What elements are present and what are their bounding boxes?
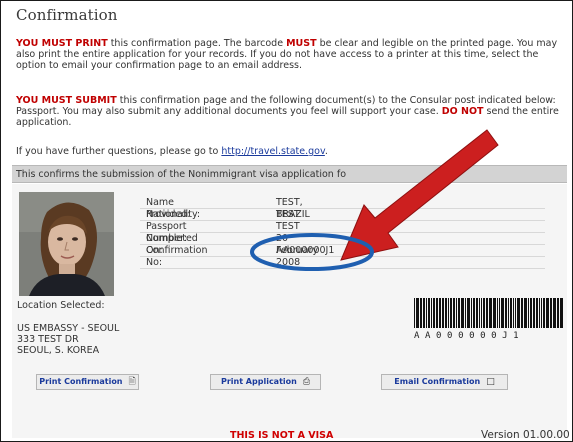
barcode-bar bbox=[433, 298, 435, 328]
barcode-bar bbox=[481, 298, 482, 328]
barcode-bar bbox=[431, 298, 432, 328]
questions-line: If you have further questions, please go… bbox=[16, 146, 560, 157]
barcode-bar bbox=[536, 298, 538, 328]
questions-end: . bbox=[324, 146, 328, 157]
barcode-bar bbox=[423, 298, 425, 328]
barcode-bar bbox=[541, 298, 542, 328]
barcode-bar bbox=[416, 298, 419, 328]
barcode-bar bbox=[553, 298, 556, 328]
location-line-3: SEOUL, S. KOREA bbox=[17, 345, 100, 356]
barcode-bar bbox=[471, 298, 472, 328]
confirms-text: This confirms the submission of the Noni… bbox=[16, 169, 346, 180]
location-line-1: US EMBASSY - SEOUL bbox=[17, 323, 120, 334]
confirmation-label: Confirmation No: bbox=[146, 245, 208, 268]
email-confirmation-label: Email Confirmation bbox=[394, 377, 481, 386]
must-submit-paragraph: YOU MUST SUBMIT this confirmation page a… bbox=[16, 95, 560, 128]
barcode-bar bbox=[497, 298, 498, 328]
envelope-icon: □ bbox=[486, 377, 495, 387]
barcode-bar bbox=[521, 298, 523, 328]
passport-value: TEST bbox=[276, 221, 300, 232]
version-label: Version 01.00.00 bbox=[481, 429, 570, 441]
barcode-bar bbox=[499, 298, 500, 328]
print-confirmation-label: Print Confirmation bbox=[39, 377, 123, 386]
barcode-bar bbox=[543, 298, 545, 328]
barcode-bar bbox=[473, 298, 475, 328]
must-print-text-1: this confirmation page. The barcode bbox=[107, 38, 287, 49]
barcode-bar bbox=[493, 298, 496, 328]
barcode-bar bbox=[453, 298, 455, 328]
barcode-bar bbox=[476, 298, 478, 328]
barcode-bar bbox=[448, 298, 449, 328]
barcode-bar bbox=[560, 298, 563, 328]
barcode-bar bbox=[428, 298, 430, 328]
print-application-label: Print Application bbox=[220, 377, 297, 386]
barcode-bar bbox=[420, 298, 422, 328]
applicant-photo bbox=[19, 192, 114, 296]
barcode-bar bbox=[426, 298, 427, 328]
barcode-bar bbox=[436, 298, 438, 328]
barcode-bar bbox=[456, 298, 457, 328]
barcode-bar bbox=[513, 298, 514, 328]
barcode-bar bbox=[445, 298, 447, 328]
barcode-bar bbox=[501, 298, 504, 328]
confirms-bar: This confirms the submission of the Noni… bbox=[12, 165, 567, 183]
barcode-bar bbox=[546, 298, 549, 328]
confirmation-value: AA000000J1 bbox=[276, 245, 335, 256]
barcode-bar bbox=[442, 298, 444, 328]
must-print-paragraph: YOU MUST PRINT this confirmation page. T… bbox=[16, 38, 560, 71]
barcode-bar bbox=[489, 298, 492, 328]
barcode-bar bbox=[524, 298, 527, 328]
must-print-emphasis: YOU MUST PRINT bbox=[16, 38, 108, 49]
travel-state-link[interactable]: http://travel.state.gov bbox=[221, 146, 325, 157]
barcode-bars bbox=[414, 298, 563, 328]
barcode-text: AA000000J1 bbox=[414, 331, 525, 341]
nationality-label: Nationality: bbox=[146, 209, 201, 220]
barcode-bar bbox=[510, 298, 512, 328]
barcode-bar bbox=[458, 298, 460, 328]
email-confirmation-button[interactable]: Email Confirmation □ bbox=[381, 374, 508, 390]
not-a-visa-notice: THIS IS NOT A VISA bbox=[230, 430, 334, 441]
barcode-bar bbox=[557, 298, 559, 328]
row-divider bbox=[140, 220, 545, 221]
location-line-2: 333 TEST DR bbox=[17, 334, 79, 345]
barcode-bar bbox=[517, 298, 520, 328]
barcode-bar bbox=[479, 298, 480, 328]
barcode-bar bbox=[461, 298, 464, 328]
location-label: Location Selected: bbox=[17, 300, 105, 311]
barcode-bar bbox=[486, 298, 488, 328]
row-divider bbox=[140, 208, 545, 209]
barcode-bar bbox=[550, 298, 552, 328]
barcode-bar bbox=[465, 298, 466, 328]
printer-icon: ⎙ bbox=[302, 377, 311, 387]
barcode-bar bbox=[505, 298, 507, 328]
do-not-emphasis: DO NOT bbox=[441, 106, 484, 117]
page-title: Confirmation bbox=[16, 6, 118, 24]
barcode-bar bbox=[530, 298, 532, 328]
barcode-bar bbox=[528, 298, 529, 328]
row-divider bbox=[140, 232, 545, 233]
document-icon: 🗎 bbox=[128, 377, 136, 387]
barcode-bar bbox=[483, 298, 485, 328]
barcode-bar bbox=[539, 298, 540, 328]
print-confirmation-button[interactable]: Print Confirmation 🗎 bbox=[36, 374, 139, 390]
must-emphasis: MUST bbox=[286, 38, 317, 49]
barcode-bar bbox=[467, 298, 470, 328]
print-application-button[interactable]: Print Application ⎙ bbox=[210, 374, 321, 390]
questions-text: If you have further questions, please go… bbox=[16, 146, 222, 157]
must-submit-emphasis: YOU MUST SUBMIT bbox=[16, 95, 117, 106]
barcode-bar bbox=[450, 298, 452, 328]
barcode-bar bbox=[439, 298, 441, 328]
nationality-value: BRAZIL bbox=[276, 209, 310, 220]
barcode-bar bbox=[515, 298, 516, 328]
barcode-bar bbox=[533, 298, 535, 328]
barcode-bar bbox=[508, 298, 509, 328]
barcode-bar bbox=[414, 298, 415, 328]
